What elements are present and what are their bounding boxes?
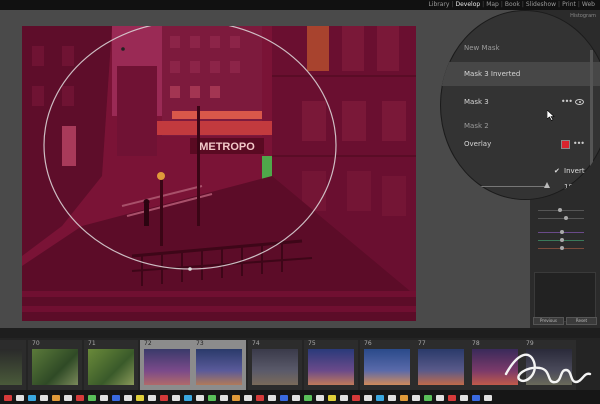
photo-with-mask-overlay[interactable]: METROPO [22, 26, 416, 321]
module-map[interactable]: Map [485, 1, 500, 8]
overlay-options-icon[interactable]: ••• [573, 132, 585, 156]
reset-button[interactable]: Reset [566, 317, 597, 325]
slider-knob[interactable] [560, 238, 564, 242]
filmstrip-cell[interactable]: 70 [28, 340, 82, 390]
mask-3-item[interactable]: Mask 3 ••• [440, 90, 600, 114]
mask-3-inverted-item[interactable]: Mask 3 Inverted [440, 62, 600, 86]
metro-sign-text: METROPO [199, 141, 255, 153]
amount-slider-track[interactable] [480, 186, 546, 187]
filmstrip-cell-active[interactable]: 73 [192, 340, 246, 390]
module-library[interactable]: Library [427, 1, 450, 8]
slider-knob[interactable] [564, 216, 568, 220]
signature-watermark [504, 353, 592, 384]
filmstrip-cell[interactable] [0, 340, 26, 390]
slider-knob[interactable] [558, 208, 562, 212]
previous-button[interactable]: Previous [533, 317, 564, 325]
panel-button-row: Previous Reset [533, 317, 597, 325]
panel-scrollbar[interactable] [590, 50, 593, 170]
slider-knob[interactable] [560, 230, 564, 234]
module-web[interactable]: Web [581, 1, 596, 8]
module-print[interactable]: Print [561, 1, 577, 8]
invert-row: ✔ Invert [440, 164, 600, 178]
street-scene-image: METROPO [22, 26, 416, 321]
filmstrip-cell-selected[interactable]: 72 [140, 340, 194, 390]
visibility-eye-icon[interactable] [575, 99, 584, 105]
mask-amount-row: 100 [440, 180, 600, 194]
amount-slider-thumb[interactable] [544, 182, 550, 188]
filmstrip-cell[interactable]: 77 [414, 340, 468, 390]
mask-handle-bottom[interactable] [188, 267, 192, 271]
more-options-icon[interactable]: ••• [561, 90, 573, 114]
amount-value: 100 [564, 183, 578, 191]
module-list: Library | Develop | Map | Book | Slidesh… [427, 1, 596, 8]
overlay-row: Overlay ••• [440, 132, 600, 156]
module-picker-bar: Library | Develop | Map | Book | Slidesh… [0, 0, 600, 10]
filmstrip-cell[interactable]: 71 [84, 340, 138, 390]
filmstrip-cell[interactable]: 74 [248, 340, 302, 390]
new-mask-item[interactable]: New Mask [440, 36, 600, 60]
lightroom-develop-window: Library | Develop | Map | Book | Slidesh… [0, 0, 600, 404]
mouse-cursor-icon [547, 110, 555, 121]
invert-checkbox[interactable]: ✔ [554, 167, 560, 175]
overlay-color-swatch[interactable] [561, 140, 570, 149]
filmstrip-toolbar [0, 328, 600, 338]
module-book[interactable]: Book [504, 1, 521, 8]
filmstrip-cell[interactable]: 76 [360, 340, 414, 390]
invert-label: Invert [564, 167, 585, 175]
bottom-dock-strip [0, 390, 600, 404]
profile-browser-box [534, 272, 596, 322]
module-slideshow[interactable]: Slideshow [525, 1, 557, 8]
module-develop[interactable]: Develop [454, 1, 481, 8]
mask-handle-top[interactable] [121, 47, 125, 51]
slider-knob[interactable] [560, 246, 564, 250]
filmstrip-cell[interactable]: 75 [304, 340, 358, 390]
magnified-mask-panel: New Mask Mask 3 Inverted Mask 3 ••• Mask… [440, 10, 600, 200]
